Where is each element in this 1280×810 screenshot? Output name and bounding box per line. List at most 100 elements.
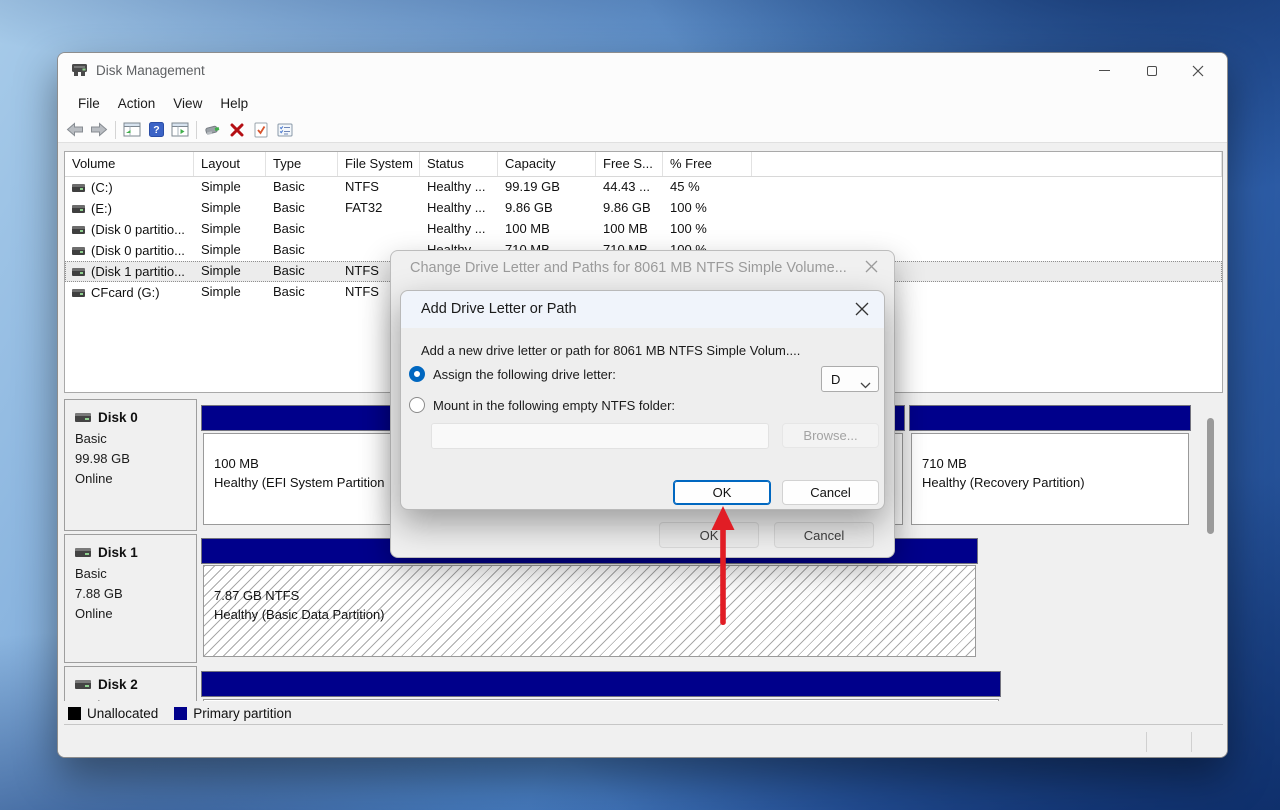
close-icon[interactable] [865, 260, 878, 278]
disk-2-label[interactable]: Disk 2 Basic [64, 666, 197, 701]
disk-0-label[interactable]: Disk 0 Basic99.98 GBOnline [64, 399, 197, 531]
partition-recovery[interactable]: 710 MB Healthy (Recovery Partition) [909, 399, 1191, 531]
properties-list-button[interactable] [273, 119, 297, 141]
table-row[interactable]: (Disk 0 partitio... Simple Basic Healthy… [65, 219, 1222, 240]
cell-layout: Simple [194, 261, 266, 282]
partition-size: 7.87 GB NTFS [214, 586, 975, 605]
cell-type: Basic [266, 177, 338, 198]
column-type[interactable]: Type [266, 152, 338, 176]
delete-volume-button[interactable] [225, 119, 249, 141]
cell-type: Basic [266, 240, 338, 261]
toolbar-separator [115, 121, 116, 139]
menu-bar: File Action View Help [58, 89, 1227, 117]
help-button[interactable]: ? [144, 119, 168, 141]
volume-icon [72, 268, 85, 276]
minimize-icon [1099, 70, 1110, 71]
maximize-button[interactable] [1129, 53, 1175, 88]
cancel-button-inactive[interactable]: Cancel [774, 522, 874, 548]
column-layout[interactable]: Layout [194, 152, 266, 176]
cell-status: Healthy ... [420, 198, 498, 219]
column-volume[interactable]: Volume [65, 152, 194, 176]
primary-partition-swatch [174, 707, 187, 720]
cell-capacity: 99.19 GB [498, 177, 596, 198]
column-filler [752, 152, 1222, 176]
volume-name: (Disk 1 partitio... [91, 264, 185, 279]
disk-name: Disk 0 [98, 410, 138, 425]
column-file-system[interactable]: File System [338, 152, 420, 176]
forward-button[interactable] [87, 119, 111, 141]
cell-status: Healthy ... [420, 177, 498, 198]
toolbar: ? [58, 117, 1227, 143]
minimize-button[interactable] [1081, 53, 1127, 88]
volume-icon [72, 226, 85, 234]
check-report-button[interactable] [249, 119, 273, 141]
chevron-down-icon [860, 376, 871, 394]
drive-letter-dropdown[interactable]: D [821, 366, 879, 392]
cell-fs: NTFS [338, 177, 420, 198]
disk-icon [75, 548, 91, 557]
column-pct-free[interactable]: % Free [663, 152, 752, 176]
vertical-scrollbar[interactable] [1207, 418, 1214, 534]
disk-icon [75, 680, 91, 689]
disk-management-icon [71, 63, 88, 82]
statusbar-separator [1191, 732, 1192, 752]
close-icon[interactable] [855, 302, 869, 321]
cell-capacity: 100 MB [498, 219, 596, 240]
cancel-button[interactable]: Cancel [782, 480, 879, 505]
column-free-space[interactable]: Free S... [596, 152, 663, 176]
cell-free: 44.43 ... [596, 177, 663, 198]
check-report-icon [254, 122, 268, 138]
table-row[interactable]: (E:) Simple Basic FAT32 Healthy ... 9.86… [65, 198, 1222, 219]
volume-table-header: Volume Layout Type File System Status Ca… [65, 152, 1222, 177]
folder-path-input[interactable] [431, 423, 769, 449]
statusbar-separator [1146, 732, 1147, 752]
red-arrow-annotation [700, 498, 746, 632]
radio-unselected-icon[interactable] [409, 397, 425, 413]
cell-free: 100 MB [596, 219, 663, 240]
cell-layout: Simple [194, 282, 266, 303]
delete-icon [230, 123, 244, 137]
partition-e[interactable]: (E:) [201, 666, 1001, 701]
console-tree-button[interactable] [120, 119, 144, 141]
detach-view-button[interactable] [201, 119, 225, 141]
cell-pct: 100 % [663, 198, 752, 219]
column-status[interactable]: Status [420, 152, 498, 176]
column-capacity[interactable]: Capacity [498, 152, 596, 176]
disk-1-label[interactable]: Disk 1 Basic7.88 GBOnline [64, 534, 197, 663]
cell-free: 9.86 GB [596, 198, 663, 219]
menu-view[interactable]: View [164, 93, 211, 114]
properties-list-icon [277, 123, 293, 137]
cell-layout: Simple [194, 198, 266, 219]
cell-fs: FAT32 [338, 198, 420, 219]
menu-help[interactable]: Help [211, 93, 257, 114]
cell-pct: 45 % [663, 177, 752, 198]
volume-icon [72, 247, 85, 255]
volume-name: CFcard (G:) [91, 285, 160, 300]
browse-button[interactable]: Browse... [782, 423, 879, 448]
mount-label: Mount in the following empty NTFS folder… [433, 398, 675, 413]
table-row[interactable]: (C:) Simple Basic NTFS Healthy ... 99.19… [65, 177, 1222, 198]
close-button[interactable] [1175, 53, 1221, 88]
radio-selected-icon[interactable] [409, 366, 425, 382]
console-tree-icon [123, 122, 141, 137]
dialog-title-bar: Add Drive Letter or Path [401, 291, 884, 328]
svg-text:?: ? [153, 124, 159, 136]
cell-type: Basic [266, 261, 338, 282]
cell-type: Basic [266, 219, 338, 240]
menu-file[interactable]: File [69, 93, 109, 114]
console-detail-button[interactable] [168, 119, 192, 141]
mount-folder-option[interactable]: Mount in the following empty NTFS folder… [409, 397, 675, 413]
cell-type: Basic [266, 282, 338, 303]
menu-action[interactable]: Action [109, 93, 165, 114]
volume-icon [72, 184, 85, 192]
cell-fs [338, 219, 420, 240]
volume-icon [72, 289, 85, 297]
assign-drive-letter-option[interactable]: Assign the following drive letter: [409, 366, 616, 382]
window-title: Disk Management [96, 63, 205, 78]
add-drive-letter-dialog: Add Drive Letter or Path Add a new drive… [400, 290, 885, 510]
forward-icon [90, 122, 108, 137]
cell-layout: Simple [194, 240, 266, 261]
volume-name: (Disk 0 partitio... [91, 222, 185, 237]
back-button[interactable] [63, 119, 87, 141]
partition-status: Healthy (Recovery Partition) [922, 473, 1188, 492]
